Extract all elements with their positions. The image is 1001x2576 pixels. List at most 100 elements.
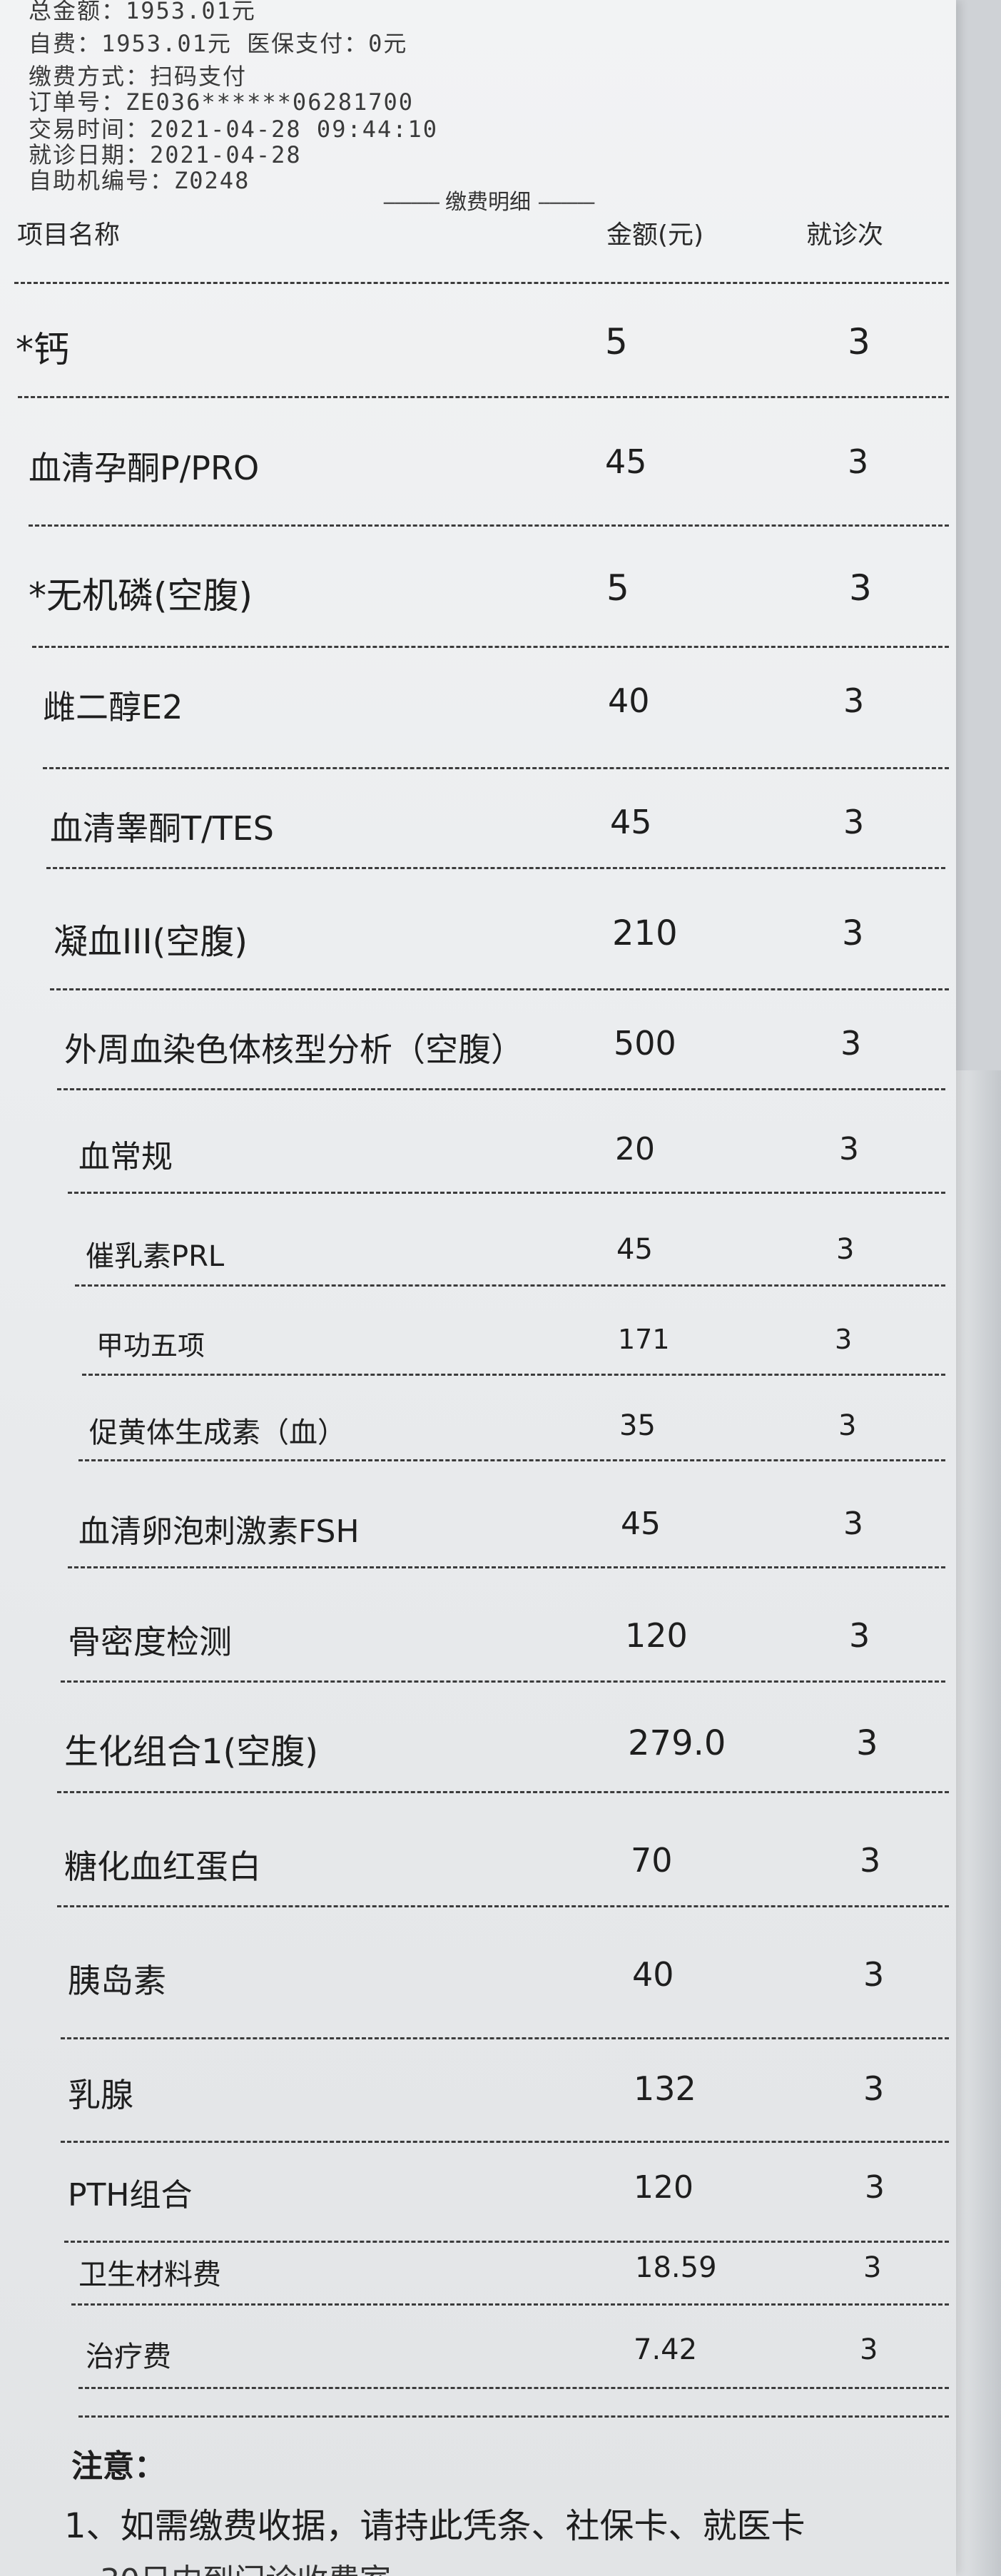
item-amount: 210 <box>612 913 678 953</box>
section-dash-left: ---------- <box>382 190 440 215</box>
item-visit-count: 3 <box>836 1233 855 1266</box>
item-visit-count: 3 <box>865 2169 885 2206</box>
item-amount: 5 <box>606 567 629 609</box>
item-visit-count: 3 <box>843 803 865 841</box>
table-row: 卫生材料费 18.59 3 <box>0 2251 956 2291</box>
section-title-text: 缴费明细 <box>445 190 531 215</box>
item-amount: 45 <box>621 1506 661 1542</box>
item-amount: 7.42 <box>634 2333 698 2366</box>
table-row: 血常规 20 3 <box>0 1131 956 1175</box>
table-row: *无机磷(空腹) 5 3 <box>0 567 956 617</box>
item-name: 催乳素PRL <box>86 1240 225 1273</box>
item-name: 生化组合1(空腹) <box>64 1732 318 1772</box>
item-amount: 20 <box>615 1131 655 1167</box>
item-amount: 171 <box>618 1324 670 1355</box>
table-row: 糖化血红蛋白 70 3 <box>0 1841 956 1886</box>
row-divider <box>57 1791 949 1793</box>
item-visit-count: 3 <box>835 1324 853 1355</box>
table-row: 血清睾酮T/TES 45 3 <box>0 803 956 848</box>
item-visit-count: 3 <box>840 1024 862 1063</box>
row-divider <box>57 1088 945 1090</box>
item-visit-count: 3 <box>843 681 865 720</box>
item-name: *无机磷(空腹) <box>29 575 253 617</box>
item-amount: 279.0 <box>628 1723 726 1763</box>
row-divider <box>61 2037 949 2039</box>
item-amount: 45 <box>610 803 652 841</box>
item-name: 血清睾酮T/TES <box>50 809 274 848</box>
item-name: 糖化血红蛋白 <box>64 1847 261 1886</box>
row-divider <box>57 1905 949 1907</box>
table-row: *钙 5 3 <box>0 321 956 370</box>
item-amount: 40 <box>632 1955 674 1994</box>
item-name: 血清卵泡刺激素FSH <box>78 1513 360 1550</box>
table-row: 乳腺 132 3 <box>0 2069 956 2114</box>
item-name: 血常规 <box>78 1139 173 1175</box>
table-row: 生化组合1(空腹) 279.0 3 <box>0 1723 956 1772</box>
row-divider <box>50 988 949 990</box>
item-visit-count: 3 <box>849 567 872 609</box>
item-visit-count: 3 <box>863 2251 882 2284</box>
total-amount-line: 总金额：1953.01元 <box>29 0 256 24</box>
item-amount: 45 <box>616 1233 653 1266</box>
column-header-visit: 就诊次 <box>806 220 884 250</box>
row-divider <box>32 646 949 648</box>
item-amount: 5 <box>605 321 628 362</box>
item-name: 血清孕酮P/PRO <box>29 449 260 487</box>
notice-line-2: 30日内到门诊收费室... <box>100 2555 421 2576</box>
item-visit-count: 3 <box>863 2069 885 2108</box>
table-row: 胰岛素 40 3 <box>0 1955 956 2000</box>
table-row: 血清卵泡刺激素FSH 45 3 <box>0 1506 956 1550</box>
table-row: 雌二醇E2 40 3 <box>0 681 956 726</box>
row-divider <box>61 1680 945 1683</box>
item-name: 凝血III(空腹) <box>54 922 248 962</box>
table-row: 催乳素PRL 45 3 <box>0 1233 956 1273</box>
section-dash-right: ---------- <box>537 190 596 215</box>
row-divider <box>61 2141 949 2143</box>
item-name: 胰岛素 <box>68 1962 166 2000</box>
section-title: ---------- 缴费明细 ---------- <box>17 184 956 215</box>
table-row: 骨密度检测 120 3 <box>0 1616 956 1661</box>
item-amount: 40 <box>608 681 650 720</box>
item-name: 甲功五项 <box>96 1330 205 1361</box>
table-row: 促黄体生成素（血） 35 3 <box>0 1409 956 1449</box>
item-visit-count: 3 <box>843 1506 863 1542</box>
row-divider <box>71 2303 949 2306</box>
self-pay-line: 自费：1953.01元 医保支付：0元 <box>29 30 408 57</box>
table-row: 血清孕酮P/PRO 45 3 <box>0 442 956 487</box>
item-visit-count: 3 <box>856 1723 878 1763</box>
item-visit-count: 3 <box>860 2333 878 2366</box>
item-visit-count: 3 <box>848 442 869 481</box>
table-row: 凝血III(空腹) 210 3 <box>0 913 956 962</box>
item-name: 乳腺 <box>68 2076 133 2114</box>
item-name: 治疗费 <box>86 2341 171 2373</box>
header-divider <box>14 282 949 284</box>
item-name: *钙 <box>16 329 69 370</box>
item-amount: 45 <box>605 442 647 481</box>
row-divider <box>64 2241 949 2243</box>
table-row: 治疗费 7.42 3 <box>0 2333 956 2373</box>
item-visit-count: 3 <box>848 321 870 362</box>
item-name: 促黄体生成素（血） <box>89 1416 346 1449</box>
item-amount: 18.59 <box>635 2251 717 2284</box>
item-name: 外周血染色体核型分析（空腹） <box>64 1030 524 1069</box>
item-amount: 120 <box>625 1616 688 1655</box>
row-divider <box>29 524 949 527</box>
notice-title: 注意： <box>71 2448 166 2485</box>
row-divider <box>78 1459 945 1461</box>
table-row: 甲功五项 171 3 <box>0 1324 956 1361</box>
column-header-item-name: 项目名称 <box>17 220 121 250</box>
item-amount: 132 <box>634 2069 696 2108</box>
row-divider <box>68 1192 945 1194</box>
item-amount: 500 <box>614 1024 676 1063</box>
row-divider <box>46 867 945 869</box>
footer-divider <box>78 2415 949 2418</box>
row-divider <box>75 1284 945 1287</box>
item-name: PTH组合 <box>68 2177 193 2214</box>
column-header-amount: 金额(元) <box>606 220 704 250</box>
item-amount: 35 <box>619 1409 656 1442</box>
notice-line-1: 1、如需缴费收据，请持此凭条、社保卡、就医卡 <box>64 2506 806 2546</box>
item-visit-count: 3 <box>860 1841 881 1880</box>
item-name: 卫生材料费 <box>78 2258 221 2291</box>
table-row: 外周血染色体核型分析（空腹） 500 3 <box>0 1024 956 1069</box>
payment-receipt: 总金额：1953.01元 自费：1953.01元 医保支付：0元 缴费方式：扫码… <box>0 0 956 2576</box>
